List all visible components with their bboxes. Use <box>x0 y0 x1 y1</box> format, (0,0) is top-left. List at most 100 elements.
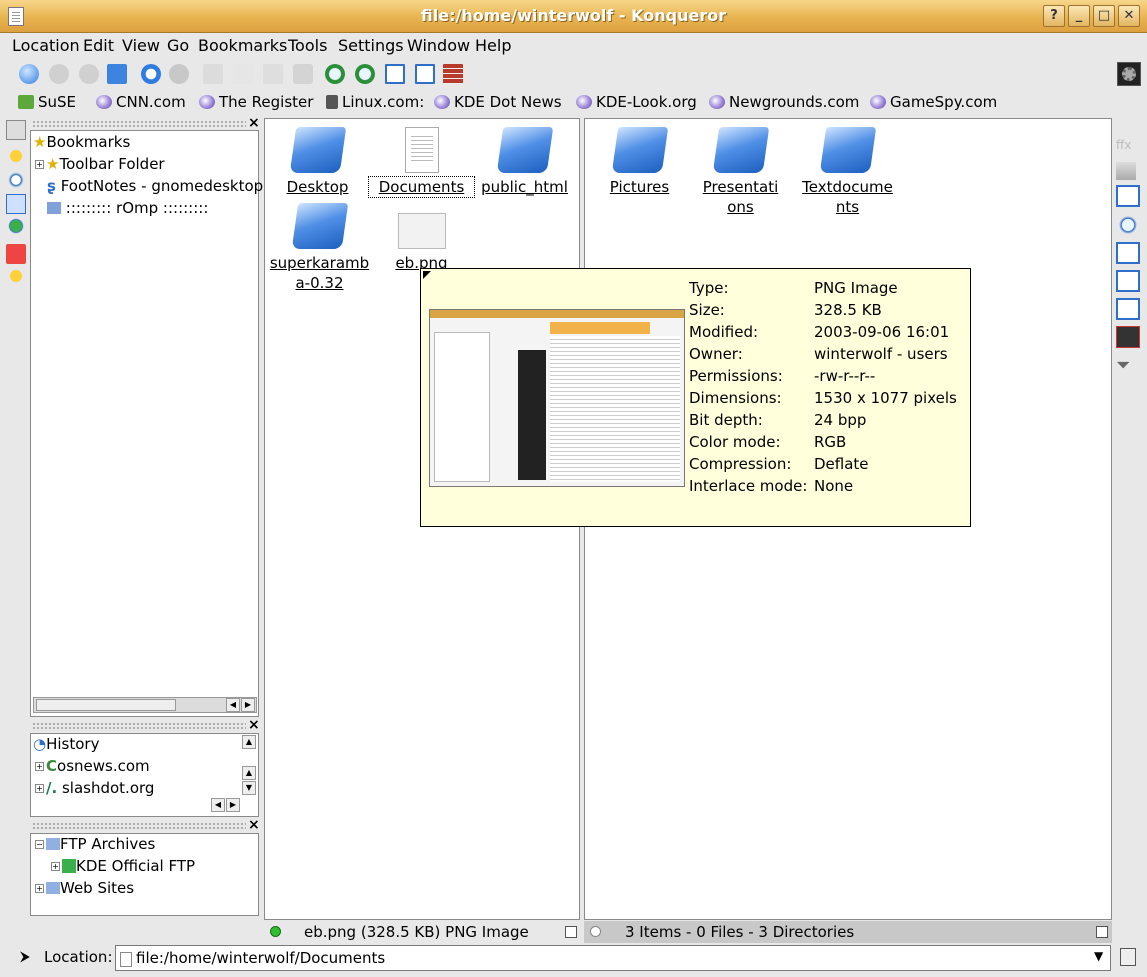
panel-grip[interactable] <box>32 722 246 730</box>
panel-grip[interactable] <box>32 822 246 830</box>
cut-icon[interactable] <box>200 61 226 87</box>
menu-view[interactable]: View <box>122 36 160 55</box>
file-item-textdocuments[interactable]: Textdocuments <box>795 127 900 217</box>
view-mode-icon[interactable] <box>1116 185 1140 207</box>
expand-icon[interactable]: + <box>35 884 44 893</box>
stop-icon[interactable] <box>166 61 192 87</box>
tree-item-kde-ftp[interactable]: + KDE Official FTP <box>51 857 195 879</box>
close-panel-icon[interactable]: × <box>248 717 260 733</box>
expand-icon[interactable]: + <box>35 784 44 793</box>
menu-bookmarks[interactable]: Bookmarks <box>198 36 287 55</box>
zoom-in-icon[interactable] <box>322 61 348 87</box>
help-button[interactable]: ? <box>1043 5 1065 27</box>
go-icon[interactable] <box>1120 948 1136 966</box>
filter-icon[interactable]: ⏷ <box>1116 355 1140 377</box>
bookmark-suse[interactable]: SuSE <box>18 93 76 111</box>
bookmark-cnn[interactable]: CNN.com <box>96 93 186 111</box>
horizontal-scrollbar[interactable]: ◀ ▶ <box>33 697 257 713</box>
file-item-desktop[interactable]: Desktop <box>265 127 370 197</box>
tree-item-footnotes[interactable]: ʂ FootNotes - gnomedesktop <box>47 177 263 199</box>
tree-item-bookmarks[interactable]: ★Bookmarks <box>33 133 130 155</box>
firewall-icon[interactable] <box>440 61 466 87</box>
scroll-right-icon[interactable]: ▶ <box>241 698 255 712</box>
clear-location-icon[interactable]: ⮞ <box>20 949 30 965</box>
settings-gear-icon[interactable] <box>1117 62 1141 86</box>
home-folder-icon[interactable] <box>6 194 26 214</box>
favorites-star-icon[interactable] <box>6 266 26 286</box>
print-icon[interactable] <box>290 61 316 87</box>
tree-item-web-sites[interactable]: + Web Sites <box>35 879 134 901</box>
menu-settings[interactable]: Settings <box>338 36 404 55</box>
bookmarks-star-icon[interactable] <box>6 146 26 166</box>
file-item-public-html[interactable]: public_html <box>472 127 577 197</box>
menu-help[interactable]: Help <box>475 36 511 55</box>
maximize-button[interactable]: □ <box>1093 5 1115 27</box>
icon-view-icon[interactable] <box>382 61 408 87</box>
scroll-left-icon[interactable]: ◀ <box>211 798 225 812</box>
file-item-superkaramba[interactable]: superkaramba-0.32 <box>267 203 372 293</box>
paste-icon[interactable] <box>260 61 286 87</box>
forward-arrow-icon[interactable] <box>76 61 102 87</box>
menu-edit[interactable]: Edit <box>83 36 114 55</box>
bookmark-the-register[interactable]: The Register <box>199 93 313 111</box>
title-bar[interactable]: file:/home/winterwolf - Konqueror ? _ □ … <box>0 0 1147 33</box>
file-item-documents[interactable]: Documents <box>368 127 475 198</box>
bookmark-newgrounds[interactable]: Newgrounds.com <box>709 93 859 111</box>
file-item-eb-png[interactable]: eb.png <box>369 203 474 273</box>
tools-wrench-icon[interactable] <box>6 120 26 140</box>
scroll-right-icon[interactable]: ▶ <box>226 798 240 812</box>
tree-item-osnews[interactable]: + Cosnews.com <box>35 757 150 779</box>
menu-tools[interactable]: Tools <box>288 36 327 55</box>
effects-icon[interactable]: ffx <box>1116 138 1140 160</box>
scroll-up-icon[interactable]: ▲ <box>242 735 256 749</box>
menu-location[interactable]: Location <box>12 36 80 55</box>
frames-icon[interactable] <box>1116 162 1136 180</box>
link-view-checkbox[interactable] <box>1096 926 1108 938</box>
remove-view-icon[interactable] <box>1116 298 1140 320</box>
scroll-thumb[interactable] <box>36 699 176 711</box>
tree-item-slashdot[interactable]: +/. slashdot.org <box>35 779 154 801</box>
close-button[interactable]: ✕ <box>1118 5 1140 27</box>
image-viewer-icon[interactable] <box>1116 326 1140 348</box>
split-horizontal-icon[interactable] <box>1116 242 1140 264</box>
up-arrow-icon[interactable] <box>16 61 42 87</box>
menu-window[interactable]: Window <box>407 36 470 55</box>
minimize-button[interactable]: _ <box>1068 5 1090 27</box>
services-icon[interactable] <box>6 244 26 264</box>
network-globe-icon[interactable] <box>6 216 26 236</box>
scroll-down-icon[interactable]: ▼ <box>242 781 256 795</box>
expand-icon[interactable]: + <box>35 762 44 771</box>
tree-item-romp[interactable]: ::::::::: rOmp ::::::::: <box>47 199 208 221</box>
bookmark-kde-look[interactable]: KDE-Look.org <box>576 93 697 111</box>
history-clock-icon[interactable] <box>6 170 26 190</box>
bookmark-linux-com[interactable]: Linux.com: <box>326 93 424 111</box>
file-item-presentations[interactable]: Presentations <box>688 127 793 217</box>
tree-item-toolbar-folder[interactable]: + ★Toolbar Folder <box>35 155 165 177</box>
find-icon[interactable] <box>1116 214 1140 236</box>
panel-grip[interactable] <box>32 120 246 128</box>
bookmark-toolbar: SuSE CNN.com The Register Linux.com: KDE… <box>0 90 1147 116</box>
bookmark-gamespy[interactable]: GameSpy.com <box>870 93 997 111</box>
expand-icon[interactable]: + <box>35 160 44 169</box>
scroll-down-icon[interactable]: ▲ <box>242 766 256 780</box>
close-panel-icon[interactable]: × <box>248 115 260 131</box>
reload-icon[interactable] <box>138 61 164 87</box>
location-input[interactable] <box>115 945 1111 971</box>
zoom-out-icon[interactable] <box>352 61 378 87</box>
tree-item-history[interactable]: ◔History <box>33 735 99 757</box>
location-dropdown-icon[interactable]: ▼ <box>1094 949 1103 963</box>
expand-icon[interactable]: + <box>51 862 60 871</box>
copy-icon[interactable] <box>230 61 256 87</box>
file-item-pictures[interactable]: Pictures <box>587 127 692 197</box>
menu-go[interactable]: Go <box>167 36 189 55</box>
tree-view-icon[interactable] <box>412 61 438 87</box>
split-vertical-icon[interactable] <box>1116 270 1140 292</box>
tree-item-ftp-archives[interactable]: − FTP Archives <box>35 835 155 857</box>
scroll-left-icon[interactable]: ◀ <box>226 698 240 712</box>
close-panel-icon[interactable]: × <box>248 817 260 833</box>
collapse-icon[interactable]: − <box>35 840 44 849</box>
back-arrow-icon[interactable] <box>46 61 72 87</box>
bookmark-kde-dot-news[interactable]: KDE Dot News <box>434 93 562 111</box>
link-view-checkbox[interactable] <box>565 926 577 938</box>
home-icon[interactable] <box>104 61 130 87</box>
